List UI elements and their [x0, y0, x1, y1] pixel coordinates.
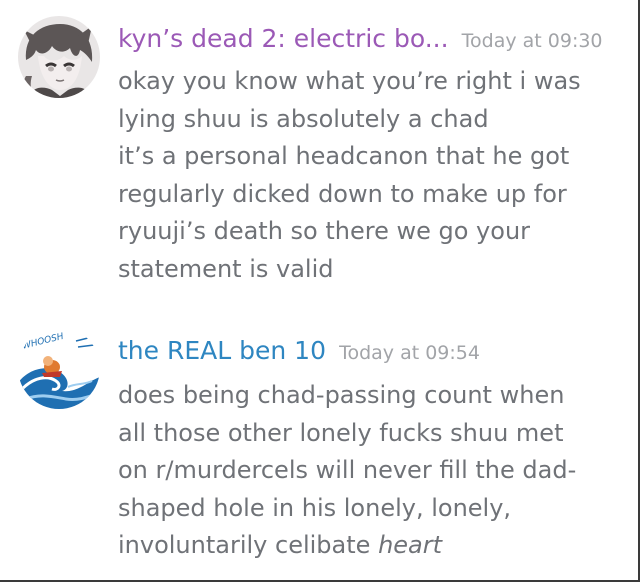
message-line: okay you know what you’re right i was: [118, 67, 581, 95]
message-content: okay you know what you’re right i was ly…: [118, 63, 618, 288]
message-header: kyn’s dead 2: electric bo... Today at 09…: [118, 24, 603, 57]
message-line: on r/murdercels will never fill the dad-: [118, 456, 577, 484]
message-line: regularly dicked down to make up for: [118, 179, 567, 208]
message-line: involuntarily celibate heart: [118, 527, 618, 565]
message-1: kyn’s dead 2: electric bo... Today at 09…: [0, 0, 638, 300]
timestamp: Today at 09:54: [339, 342, 480, 364]
username[interactable]: the REAL ben 10: [118, 336, 326, 365]
message-header: the REAL ben 10 Today at 09:54: [118, 336, 480, 369]
message-line: statement is valid: [118, 254, 334, 283]
whoosh-wave-avatar-icon[interactable]: WHOOSH: [18, 327, 100, 409]
username[interactable]: kyn’s dead 2: electric bo...: [118, 24, 449, 53]
message-line: ryuuji’s death so there we go your: [118, 217, 531, 245]
message-line: does being chad-passing count when: [118, 381, 565, 409]
italic-text: heart: [378, 531, 443, 559]
message-line: lying shuu is absolutely a chad: [118, 104, 489, 133]
message-text: involuntarily celibate: [118, 531, 379, 559]
message-content: does being chad-passing count when all t…: [118, 377, 618, 565]
message-line: it’s a personal headcanon that he got: [118, 142, 570, 170]
anime-character-avatar-icon[interactable]: [18, 16, 100, 98]
timestamp: Today at 09:30: [461, 30, 603, 52]
message-line: all those other lonely fucks shuu met: [118, 418, 564, 447]
message-2: WHOOSH the REAL ben 10 Today at 09:54 do…: [0, 300, 638, 580]
message-line: shaped hole in his lonely, lonely,: [118, 493, 512, 522]
